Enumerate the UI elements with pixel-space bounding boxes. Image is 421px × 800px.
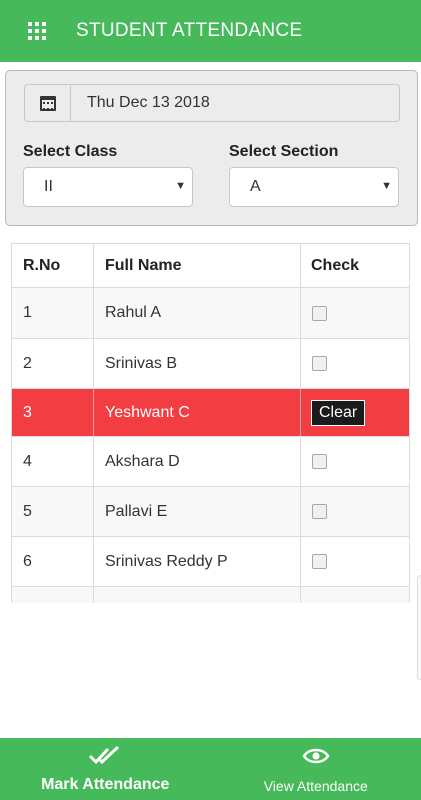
row-name: Srinivas B <box>94 339 301 388</box>
check-cell <box>301 288 409 338</box>
table-row-selected[interactable]: 3 Yeshwant C Clear <box>12 389 409 437</box>
date-picker[interactable]: Thu Dec 13 2018 <box>24 84 400 122</box>
grid-menu-icon[interactable] <box>28 22 46 40</box>
clear-button[interactable]: Clear <box>311 399 366 426</box>
row-rno: 4 <box>12 437 94 486</box>
row-name: Akshara D <box>94 437 301 486</box>
table-row[interactable]: 2 Srinivas B <box>12 339 409 389</box>
chevron-down-icon: ▼ <box>381 180 392 192</box>
table-row[interactable]: 4 Akshara D <box>12 437 409 487</box>
double-check-icon <box>0 745 211 767</box>
date-value: Thu Dec 13 2018 <box>87 94 210 111</box>
section-label: Select Section <box>229 143 339 160</box>
table-header: R.No Full Name Check <box>12 244 409 288</box>
row-rno: 7 <box>12 587 94 603</box>
nav-mark-attendance[interactable]: Mark Attendance <box>0 738 211 800</box>
row-rno: 5 <box>12 487 94 536</box>
class-select[interactable]: II ▼ <box>23 167 193 207</box>
table-row[interactable]: 1 Rahul A <box>12 288 409 339</box>
check-cell: Clear <box>301 389 409 436</box>
row-rno: 6 <box>12 537 94 586</box>
row-rno: 2 <box>12 339 94 388</box>
row-name: Yeshwant C <box>94 389 301 436</box>
class-label: Select Class <box>23 143 118 160</box>
nav-label: View Attendance <box>263 778 368 794</box>
row-name: Pallavi E <box>94 487 301 536</box>
bottom-nav: Mark Attendance View Attendance <box>0 738 421 800</box>
table-row[interactable]: 6 Srinivas Reddy P <box>12 537 409 587</box>
app-bar: STUDENT ATTENDANCE <box>0 0 421 62</box>
nav-label: Mark Attendance <box>41 776 170 793</box>
header-check: Check <box>311 256 360 274</box>
attendance-checkbox[interactable] <box>312 554 327 569</box>
class-select-value: II <box>44 178 53 195</box>
page-title: STUDENT ATTENDANCE <box>76 20 303 41</box>
scroll-handle[interactable] <box>417 575 421 680</box>
check-cell <box>301 437 409 486</box>
attendance-table[interactable]: R.No Full Name Check 1 Rahul A 2 Sriniva… <box>11 243 410 603</box>
attendance-checkbox[interactable] <box>312 454 327 469</box>
check-cell <box>301 487 409 536</box>
row-name <box>94 587 301 603</box>
attendance-checkbox[interactable] <box>312 305 327 321</box>
table-row[interactable]: 5 Pallavi E <box>12 487 409 537</box>
nav-view-attendance[interactable]: View Attendance <box>211 738 421 800</box>
chevron-down-icon: ▼ <box>175 180 186 192</box>
section-select[interactable]: A ▼ <box>229 167 399 207</box>
attendance-checkbox[interactable] <box>312 356 327 371</box>
eye-icon <box>211 745 421 767</box>
row-rno: 3 <box>12 389 94 436</box>
table-row[interactable]: 7 <box>12 587 409 603</box>
calendar-icon-cell[interactable] <box>25 85 71 121</box>
calendar-icon <box>39 95 56 111</box>
filter-panel: Thu Dec 13 2018 Select Class II ▼ Select… <box>5 70 418 226</box>
check-cell <box>301 339 409 388</box>
attendance-checkbox[interactable] <box>312 504 327 519</box>
row-name: Rahul A <box>94 288 301 338</box>
header-full-name: Full Name <box>94 244 301 287</box>
header-rno: R.No <box>12 244 94 287</box>
row-name: Srinivas Reddy P <box>94 537 301 586</box>
section-select-value: A <box>250 178 261 195</box>
check-cell <box>301 537 409 586</box>
row-rno: 1 <box>12 288 94 338</box>
check-cell <box>301 587 409 603</box>
